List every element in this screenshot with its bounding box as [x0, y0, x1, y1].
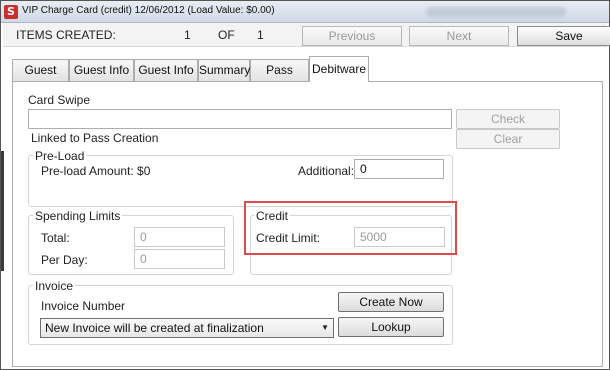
total-label: Total:: [41, 231, 70, 245]
tab-guest-info[interactable]: Guest Info: [12, 59, 69, 97]
create-now-button[interactable]: Create Now: [338, 292, 444, 312]
per-day-label: Per Day:: [41, 253, 88, 267]
items-of-label: OF: [218, 28, 235, 42]
window-edge: [1, 151, 4, 271]
window-title: VIP Charge Card (credit) 12/06/2012 (Loa…: [22, 5, 275, 16]
spending-limits-title: Spending Limits: [33, 209, 123, 223]
tab-pass-swipe[interactable]: Pass Swipe: [250, 59, 309, 97]
invoice-number-dropdown[interactable]: New Invoice will be created at finalizat…: [40, 318, 334, 338]
linked-to-pass-creation-label: Linked to Pass Creation: [31, 131, 159, 145]
chevron-down-icon: ▼: [321, 323, 329, 332]
next-button[interactable]: Next: [409, 26, 509, 46]
invoice-number-label: Invoice Number: [41, 299, 126, 313]
card-swipe-field[interactable]: [28, 109, 452, 129]
tab-guest-info-2[interactable]: Guest Info 2: [69, 59, 134, 97]
items-created-bar: ITEMS CREATED: 1 OF 1 Previous Next Save: [3, 23, 610, 47]
save-button[interactable]: Save: [517, 26, 610, 46]
tab-guest-info-3[interactable]: Guest Info 3: [134, 59, 198, 97]
items-created-label: ITEMS CREATED:: [16, 28, 116, 42]
items-current-count: 1: [184, 28, 191, 42]
blurred-title-region: [426, 7, 566, 17]
lookup-button[interactable]: Lookup: [338, 317, 444, 337]
title-bar: S VIP Charge Card (credit) 12/06/2012 (L…: [1, 1, 609, 23]
additional-label: Additional:: [298, 164, 355, 178]
credit-highlight-box: [244, 201, 457, 255]
app-window: S VIP Charge Card (credit) 12/06/2012 (L…: [0, 0, 610, 370]
preload-group-title: Pre-Load: [33, 149, 87, 163]
card-swipe-label: Card Swipe: [28, 93, 91, 107]
check-button[interactable]: Check: [456, 109, 560, 129]
tab-debitware[interactable]: Debitware: [309, 56, 369, 82]
additional-field[interactable]: 0: [354, 159, 444, 179]
tab-summary[interactable]: Summary: [198, 59, 250, 81]
previous-button[interactable]: Previous: [302, 26, 402, 46]
preload-amount-text: Pre-load Amount: $0: [41, 164, 151, 178]
total-field[interactable]: 0: [134, 227, 225, 247]
items-total-count: 1: [257, 28, 264, 42]
clear-button[interactable]: Clear: [456, 129, 560, 149]
per-day-field[interactable]: 0: [134, 249, 225, 269]
invoice-group-title: Invoice: [33, 279, 76, 293]
app-icon: S: [4, 5, 18, 19]
invoice-number-selected: New Invoice will be created at finalizat…: [45, 321, 264, 335]
